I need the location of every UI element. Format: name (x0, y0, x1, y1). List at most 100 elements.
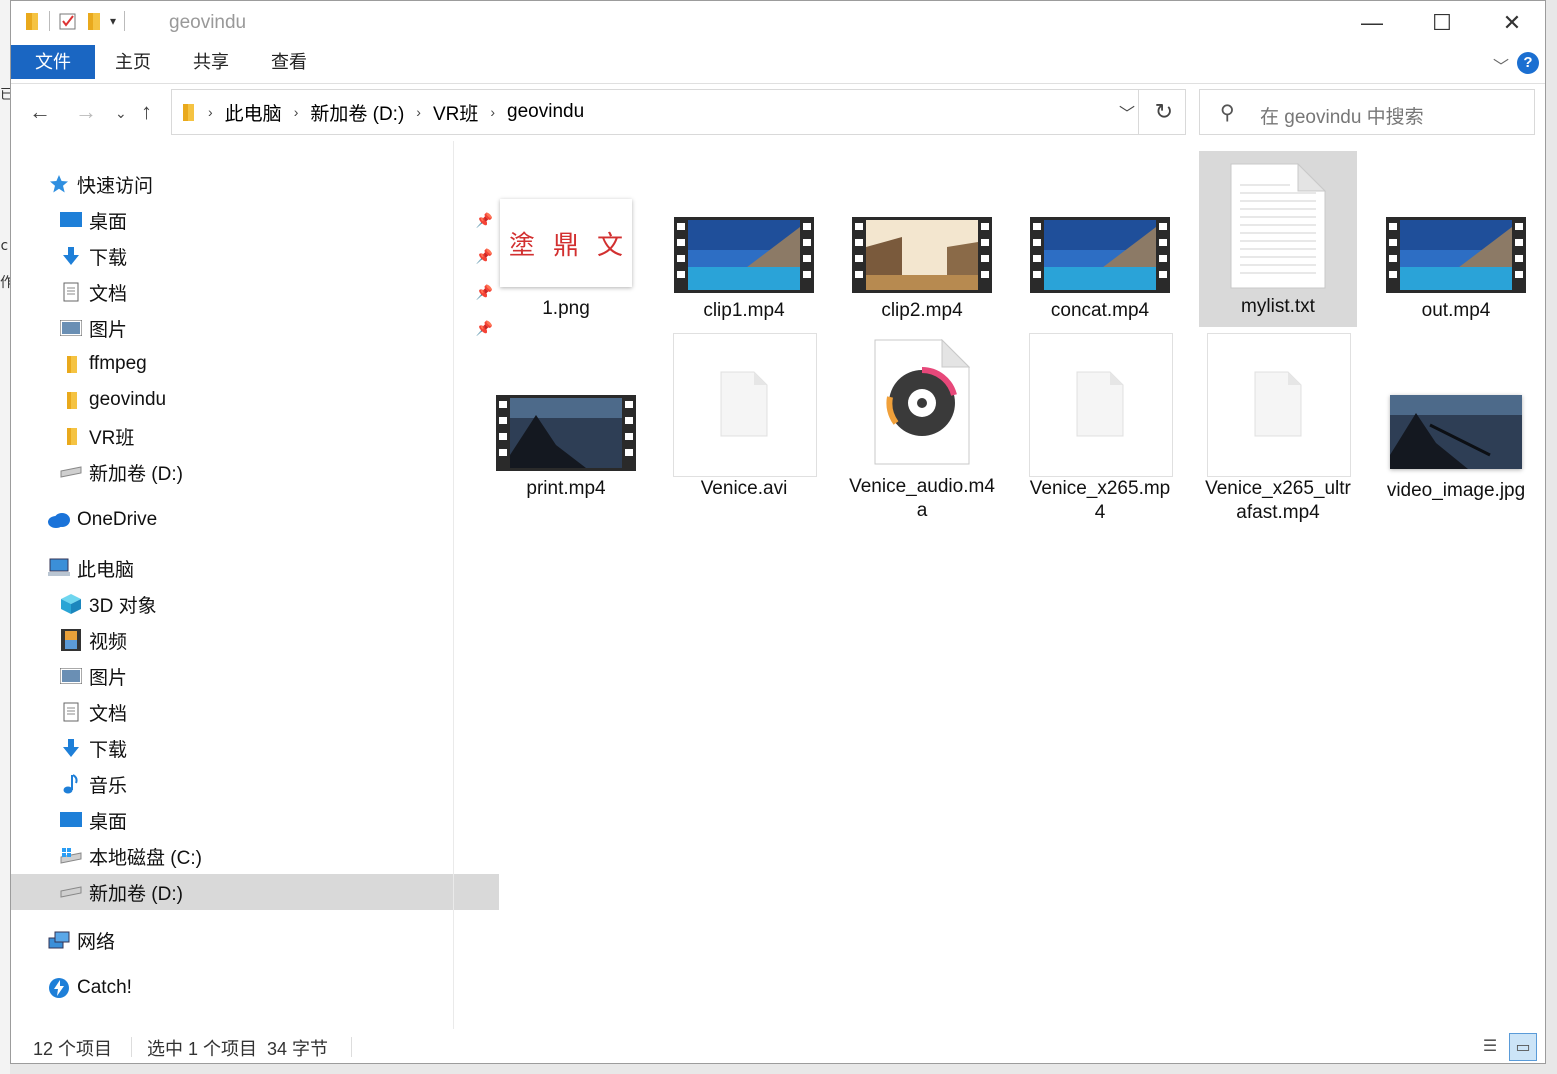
file-name: Venice_x265.mp4 (1029, 478, 1171, 523)
nav-catch[interactable]: Catch! (11, 970, 487, 1006)
nav-documents[interactable]: 文档 📌 (11, 274, 499, 310)
navigation-bar: ← → ⌄ ↑ › 此电脑 › 新加卷 (D:) › VR班 › geovind… (11, 85, 1545, 141)
folder-icon (26, 13, 38, 30)
item-count: 12 个项目 (33, 1039, 113, 1059)
file-item[interactable]: Venice.avi (665, 331, 823, 521)
nav-videos[interactable]: 视频 (11, 622, 499, 658)
nav-onedrive[interactable]: OneDrive (11, 502, 487, 538)
customize-qat-icon[interactable]: ▾ (110, 14, 116, 28)
nav-desktop-pc[interactable]: 桌面 (11, 802, 499, 838)
file-item-selected[interactable]: mylist.txt (1199, 151, 1357, 327)
file-name: Venice_x265_ultrafast.mp4 (1205, 478, 1351, 523)
tab-file[interactable]: 文件 (11, 45, 95, 79)
video-thumbnail (852, 217, 992, 293)
drive-icon (59, 460, 83, 484)
file-item[interactable]: Venice_x265.mp4 (1021, 331, 1179, 531)
file-item[interactable]: out.mp4 (1377, 151, 1535, 325)
nav-music[interactable]: 音乐 (11, 766, 499, 802)
video-thumbnail (496, 395, 636, 471)
file-item[interactable]: Venice_x265_ultrafast.mp4 (1199, 331, 1357, 531)
expand-ribbon-icon[interactable]: ﹀ (1493, 53, 1509, 77)
close-button[interactable]: ✕ (1477, 1, 1547, 45)
address-bar[interactable]: › 此电脑 › 新加卷 (D:) › VR班 › geovindu ﹀ ↻ (171, 89, 1186, 135)
file-name: Venice.avi (700, 478, 788, 499)
nav-network[interactable]: 网络 (11, 922, 487, 958)
nav-drive-c[interactable]: 本地磁盘 (C:) (11, 838, 499, 874)
nav-downloads-pc[interactable]: 下载 (11, 730, 499, 766)
address-dropdown-icon[interactable]: ﹀ (1119, 100, 1135, 124)
generic-file-icon (1207, 333, 1351, 477)
up-arrow-icon[interactable]: ↑ (141, 99, 152, 125)
quick-access-toolbar: ▾ (25, 11, 126, 31)
file-name: clip1.mp4 (703, 300, 785, 321)
breadcrumb-this-pc[interactable]: 此电脑 (225, 99, 282, 126)
file-list: 塗 鼎 文 1.png clip1.mp4 clip2.mp4 concat.m… (463, 141, 1543, 1029)
selection-info: 选中 1 个项目 34 字节 (147, 1039, 329, 1059)
recent-locations-icon[interactable]: ⌄ (115, 105, 127, 122)
search-input[interactable]: ⚲ 在 geovindu 中搜索 (1199, 89, 1535, 135)
file-name: 1.png (542, 298, 590, 319)
large-icons-view-icon[interactable]: ▭ (1509, 1033, 1537, 1061)
image-thumbnail: 塗 鼎 文 (500, 199, 632, 287)
nav-this-pc[interactable]: 此电脑 (11, 550, 487, 586)
nav-vr[interactable]: VR班 (11, 418, 499, 454)
tab-view[interactable]: 查看 (257, 45, 321, 79)
file-item[interactable]: print.mp4 (487, 331, 645, 521)
music-note-icon (59, 772, 83, 796)
breadcrumb: › 此电脑 › 新加卷 (D:) › VR班 › geovindu (182, 90, 584, 134)
folder-icon (183, 104, 194, 121)
back-arrow-icon[interactable]: ← (29, 99, 51, 125)
nav-downloads[interactable]: 下载 📌 (11, 238, 499, 274)
properties-icon[interactable] (58, 11, 78, 31)
nav-3d-objects[interactable]: 3D 对象 (11, 586, 499, 622)
new-folder-icon[interactable] (86, 11, 102, 31)
help-icon[interactable]: ? (1517, 52, 1539, 74)
file-item[interactable]: clip2.mp4 (843, 151, 1001, 325)
film-icon (59, 628, 83, 652)
maximize-button[interactable]: ☐ (1407, 1, 1477, 45)
file-name: video_image.jpg (1386, 480, 1526, 501)
title-bar: ▾ geovindu — ☐ ✕ (11, 1, 1545, 45)
breadcrumb-vr[interactable]: VR班 (433, 99, 478, 126)
video-thumbnail (1386, 217, 1526, 293)
computer-icon (47, 556, 71, 580)
image-thumbnail (1390, 395, 1522, 469)
breadcrumb-geovindu[interactable]: geovindu (507, 101, 584, 123)
details-view-icon[interactable]: ☰ (1477, 1033, 1503, 1059)
file-item[interactable]: clip1.mp4 (665, 151, 823, 325)
star-icon (47, 172, 71, 196)
nav-documents-pc[interactable]: 文档 (11, 694, 499, 730)
lightning-icon (47, 976, 71, 1000)
minimize-button[interactable]: — (1337, 1, 1407, 45)
file-name: clip2.mp4 (881, 300, 963, 321)
breadcrumb-drive-d[interactable]: 新加卷 (D:) (310, 99, 404, 126)
download-arrow-icon (59, 244, 83, 268)
window-title: geovindu (169, 12, 247, 33)
status-bar: 12 个项目 选中 1 个项目 34 字节 ☰ ▭ (11, 1029, 1545, 1063)
forward-arrow-icon[interactable]: → (75, 99, 97, 125)
nav-drive-d[interactable]: 新加卷 (D:) (11, 874, 499, 910)
file-name: concat.mp4 (1050, 300, 1150, 321)
nav-geovindu[interactable]: geovindu (11, 382, 499, 418)
file-item[interactable]: 塗 鼎 文 1.png (487, 151, 645, 325)
file-item[interactable]: concat.mp4 (1021, 151, 1179, 325)
nav-drive-d-quick[interactable]: 新加卷 (D:) (11, 454, 499, 490)
nav-pictures[interactable]: 图片 📌 (11, 310, 499, 346)
tab-home[interactable]: 主页 (101, 45, 165, 79)
nav-desktop[interactable]: 桌面 📌 (11, 202, 499, 238)
file-item[interactable]: Venice_audio.m4a (843, 331, 1001, 531)
navigation-pane: 快速访问 桌面 📌 下载 📌 文档 📌 图片 📌 ffmpeg geovindu… (11, 141, 499, 1029)
generic-file-icon (673, 333, 817, 477)
nav-quick-access[interactable]: 快速访问 (11, 166, 487, 202)
document-icon (59, 280, 83, 304)
pictures-icon (59, 664, 83, 688)
refresh-icon[interactable]: ↻ (1155, 99, 1173, 125)
seal-char: 文 (596, 230, 623, 261)
nav-pictures-pc[interactable]: 图片 (11, 658, 499, 694)
file-name: Venice_audio.m4a (849, 476, 995, 521)
nav-ffmpeg[interactable]: ffmpeg (11, 346, 499, 382)
desktop-icon (59, 808, 83, 832)
file-item[interactable]: video_image.jpg (1377, 331, 1535, 531)
drive-icon (59, 880, 83, 904)
tab-share[interactable]: 共享 (179, 45, 243, 79)
